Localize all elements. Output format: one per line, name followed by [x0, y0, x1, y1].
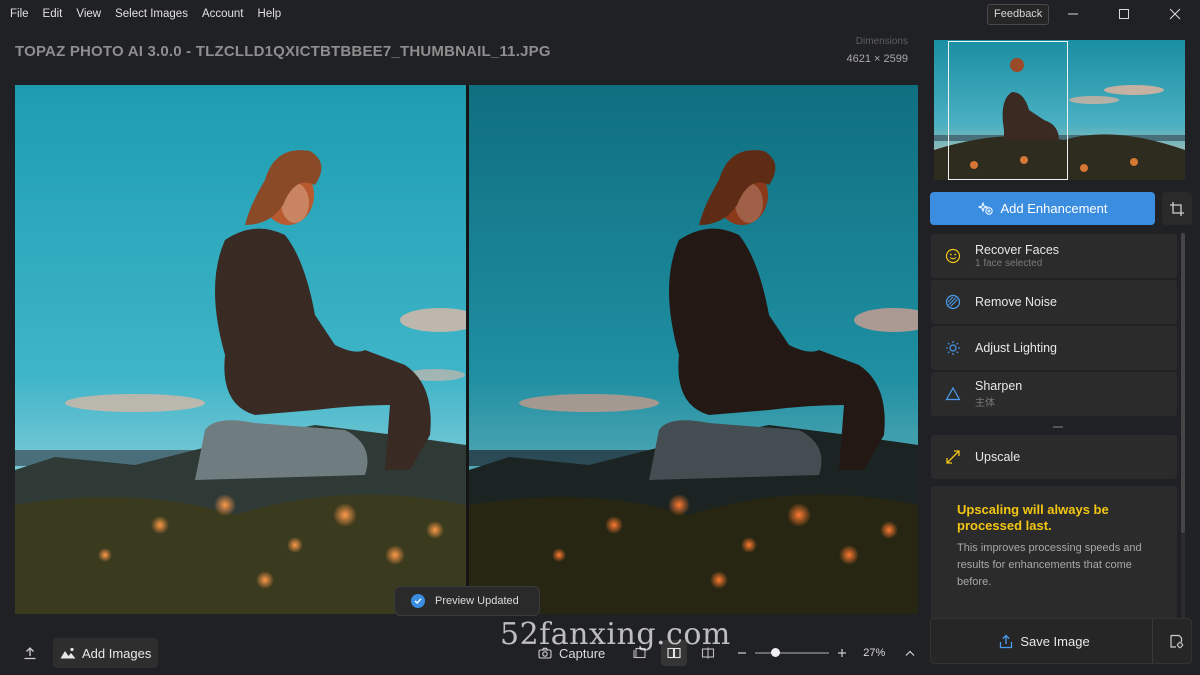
- close-window-button[interactable]: [1152, 0, 1198, 28]
- zoom-control: 27%: [737, 647, 915, 659]
- dimensions-label: Dimensions: [855, 36, 908, 47]
- image-icon: [60, 647, 76, 659]
- upscale-note: Upscaling will always be processed last.…: [931, 486, 1177, 626]
- save-bar: Save Image: [930, 618, 1192, 664]
- dimensions-value: 4621 × 2599: [846, 53, 908, 65]
- adjust-lighting-label: Adjust Lighting: [975, 341, 1058, 355]
- minimize-icon: [1068, 13, 1078, 15]
- image-viewer[interactable]: [15, 85, 918, 614]
- zoom-slider-handle[interactable]: [770, 648, 780, 657]
- section-drag-handle[interactable]: [1053, 426, 1063, 428]
- upscale-note-title: Upscaling will always be processed last.: [957, 502, 1109, 533]
- crop-icon: [1170, 201, 1184, 216]
- save-options-button[interactable]: [1159, 619, 1193, 663]
- navigator-viewport-frame[interactable]: [948, 41, 1068, 180]
- save-image-label: Save Image: [1020, 633, 1090, 649]
- save-bar-divider: [1152, 619, 1153, 663]
- minimize-button[interactable]: [1050, 0, 1096, 28]
- toast-text: Preview Updated: [435, 595, 519, 607]
- menu-help[interactable]: Help: [251, 0, 289, 28]
- original-preview[interactable]: [15, 85, 466, 614]
- add-images-label: Add Images: [82, 645, 152, 661]
- original-photo: [15, 85, 466, 614]
- zoom-in-icon[interactable]: [837, 648, 847, 658]
- menu-account[interactable]: Account: [195, 0, 251, 28]
- add-images-button[interactable]: Add Images: [53, 638, 159, 668]
- preview-updated-toast: Preview Updated: [394, 586, 540, 616]
- smiley-icon: [931, 248, 975, 264]
- enhanced-photo: [469, 85, 918, 614]
- add-enhancement-button[interactable]: Add Enhancement: [930, 192, 1155, 225]
- enhancement-sharpen[interactable]: Sharpen 主体: [931, 372, 1177, 416]
- check-circle-icon: [411, 594, 425, 608]
- navigator-thumbnail[interactable]: [934, 40, 1185, 180]
- export-icon: [1000, 634, 1013, 648]
- triangle-icon: [931, 386, 975, 402]
- close-icon: [1169, 8, 1181, 20]
- sharpen-sub: 主体: [975, 398, 995, 409]
- maximize-button[interactable]: [1101, 0, 1147, 28]
- upscale-label: Upscale: [975, 450, 1021, 464]
- watermark: 52fanxing.com: [500, 617, 731, 652]
- menu-file[interactable]: File: [0, 0, 36, 28]
- enhancement-sidebar: Add Enhancement Recover Faces 1 face sel…: [929, 38, 1200, 675]
- sparkle-plus-icon: [977, 202, 993, 215]
- add-enhancement-label: Add Enhancement: [1000, 201, 1108, 216]
- bottom-left-toolbar: Add Images: [15, 638, 159, 668]
- crop-button[interactable]: [1162, 192, 1192, 225]
- upscale-note-body: This improves processing speeds and resu…: [957, 542, 1142, 588]
- chevron-up-icon[interactable]: [905, 649, 915, 657]
- maximize-icon: [1119, 9, 1129, 19]
- menu-view[interactable]: View: [69, 0, 108, 28]
- feedback-button[interactable]: Feedback: [987, 4, 1050, 25]
- noise-icon: [931, 294, 975, 310]
- zoom-percent: 27%: [863, 647, 886, 659]
- upload-icon: [24, 647, 36, 660]
- expand-arrows-icon: [931, 449, 975, 465]
- enhancement-recover-faces[interactable]: Recover Faces 1 face selected: [931, 234, 1177, 278]
- sidebar-scrollbar-thumb[interactable]: [1181, 233, 1185, 533]
- enhancement-adjust-lighting[interactable]: Adjust Lighting: [931, 326, 1177, 370]
- recover-faces-label: Recover Faces: [975, 243, 1060, 257]
- page-title: TOPAZ PHOTO AI 3.0.0 - TLZCLLD1QXICTBTBB…: [15, 43, 551, 60]
- enhanced-preview[interactable]: [469, 85, 918, 614]
- save-settings-icon: [1169, 634, 1183, 648]
- remove-noise-label: Remove Noise: [975, 295, 1057, 309]
- recover-faces-sub: 1 face selected: [975, 258, 1043, 269]
- menu-edit[interactable]: Edit: [36, 0, 70, 28]
- upload-button[interactable]: [15, 638, 45, 668]
- enhancement-upscale[interactable]: Upscale: [931, 435, 1177, 479]
- sun-icon: [931, 340, 975, 356]
- sharpen-label: Sharpen: [975, 379, 1023, 393]
- save-image-button[interactable]: Save Image: [931, 619, 1158, 663]
- enhancement-remove-noise[interactable]: Remove Noise: [931, 280, 1177, 324]
- zoom-slider[interactable]: [755, 648, 830, 657]
- zoom-out-icon[interactable]: [737, 648, 747, 658]
- menu-select-images[interactable]: Select Images: [108, 0, 195, 28]
